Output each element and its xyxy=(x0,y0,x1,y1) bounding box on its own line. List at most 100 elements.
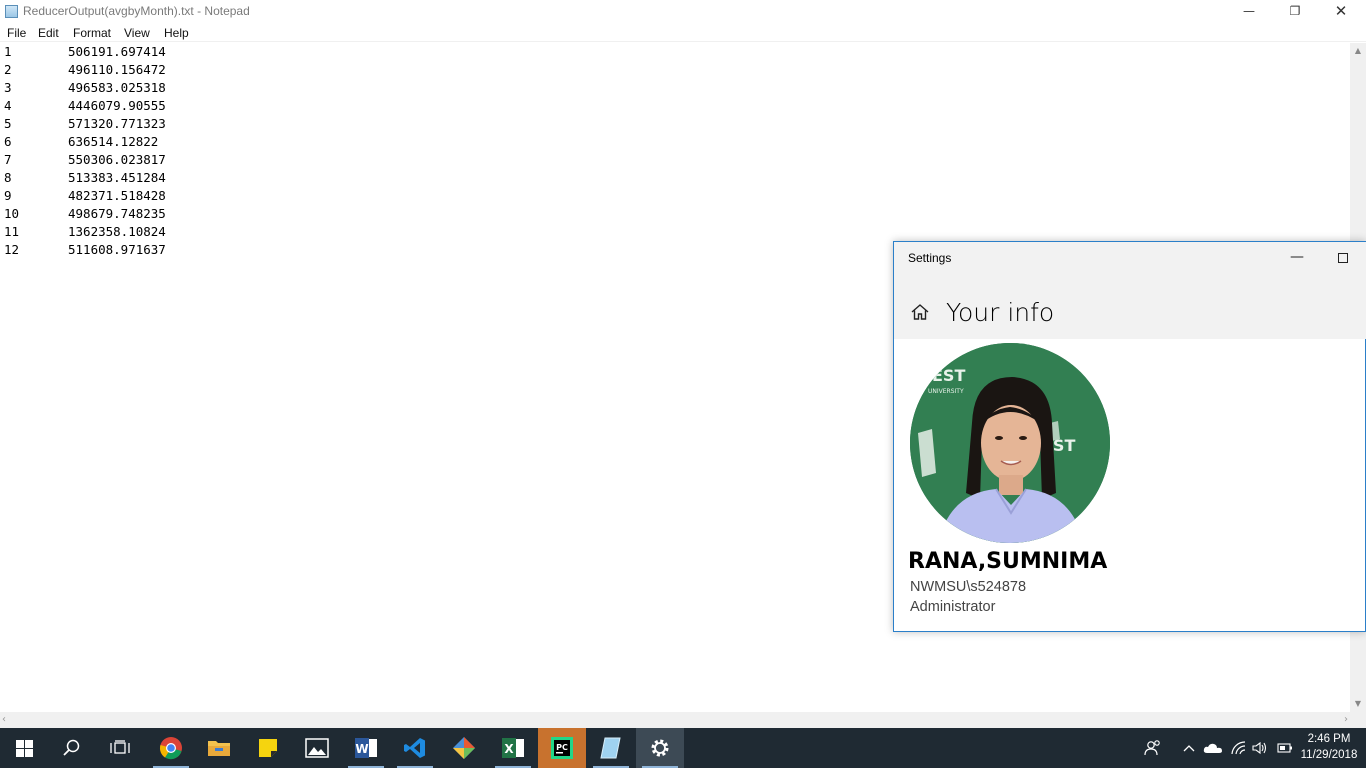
close-button[interactable]: ✕ xyxy=(1318,0,1364,24)
line-key: 9 xyxy=(4,188,12,203)
taskbar: W X PC 2:46 PM 11/29/2018 xyxy=(0,728,1366,768)
settings-titlebar[interactable]: Settings — xyxy=(894,242,1366,275)
onedrive-icon xyxy=(1203,743,1222,753)
battery-button[interactable] xyxy=(1274,728,1296,768)
people-button[interactable] xyxy=(1142,728,1164,768)
show-hidden-icons-button[interactable] xyxy=(1180,728,1198,768)
search-icon xyxy=(63,739,80,756)
line-value: 550306.023817 xyxy=(68,152,166,167)
pycharm-icon: PC xyxy=(551,737,573,759)
line-value: 496110.156472 xyxy=(68,62,166,77)
taskbar-file-explorer[interactable] xyxy=(195,728,243,768)
svg-text:EST: EST xyxy=(932,366,965,385)
taskbar-git[interactable] xyxy=(440,728,488,768)
scroll-up-icon[interactable]: ▲ xyxy=(1350,43,1366,59)
search-button[interactable] xyxy=(48,728,96,768)
people-icon xyxy=(1144,740,1160,756)
restore-button[interactable]: ❐ xyxy=(1272,0,1318,24)
line-key: 8 xyxy=(4,170,12,185)
wifi-icon xyxy=(1231,741,1246,755)
home-icon[interactable] xyxy=(910,302,930,322)
line-value: 4446079.90555 xyxy=(68,98,166,113)
network-button[interactable] xyxy=(1228,728,1248,768)
menu-help[interactable]: Help xyxy=(164,26,189,40)
line-value: 482371.518428 xyxy=(68,188,166,203)
line-key: 11 xyxy=(4,224,20,239)
menu-format[interactable]: Format xyxy=(73,26,111,40)
taskbar-notepad[interactable] xyxy=(587,728,635,768)
line-key: 7 xyxy=(4,152,12,167)
vscode-icon xyxy=(404,738,425,758)
taskbar-excel[interactable]: X xyxy=(489,728,537,768)
window-title: ReducerOutput(avgbyMonth).txt - Notepad xyxy=(23,4,250,18)
taskbar-pycharm[interactable]: PC xyxy=(538,728,586,768)
line-value: 506191.697414 xyxy=(68,44,166,59)
line-key: 4 xyxy=(4,98,12,113)
line-value: 1362358.10824 xyxy=(68,224,166,239)
svg-text:PC: PC xyxy=(556,743,568,752)
account-id: NWMSU\s524878 xyxy=(910,579,1027,595)
line-key: 10 xyxy=(4,206,20,221)
excel-icon: X xyxy=(502,738,524,758)
account-role: Administrator xyxy=(910,599,996,615)
volume-button[interactable] xyxy=(1250,728,1270,768)
clock-date: 11/29/2018 xyxy=(1300,749,1358,761)
menu-view[interactable]: View xyxy=(124,26,150,40)
sticky-notes-icon xyxy=(259,739,277,757)
line-value: 496583.025318 xyxy=(68,80,166,95)
chrome-icon xyxy=(159,737,182,760)
chevron-up-icon xyxy=(1183,745,1195,752)
scroll-right-icon[interactable]: › xyxy=(1334,712,1348,728)
start-icon xyxy=(15,739,33,757)
svg-text:UNIVERSITY: UNIVERSITY xyxy=(928,388,964,395)
menu-file[interactable]: File xyxy=(7,26,26,40)
size-grip[interactable] xyxy=(1350,712,1366,728)
onedrive-button[interactable] xyxy=(1202,728,1224,768)
avatar[interactable]: EST UNIVERSITY EST xyxy=(910,343,1110,543)
taskbar-vscode[interactable] xyxy=(391,728,439,768)
maximize-icon xyxy=(1338,253,1348,263)
task-view-icon xyxy=(110,740,130,754)
minimize-button[interactable]: — xyxy=(1226,0,1272,24)
notepad-app-icon xyxy=(5,5,18,18)
scroll-down-icon[interactable]: ▼ xyxy=(1350,696,1366,712)
git-icon xyxy=(453,737,475,759)
settings-icon xyxy=(651,739,669,757)
horizontal-scrollbar[interactable]: ‹ › xyxy=(0,712,1350,728)
page-title: Your info xyxy=(946,298,1055,327)
svg-text:W: W xyxy=(355,742,368,756)
file-explorer-icon xyxy=(208,741,230,756)
svg-text:X: X xyxy=(504,742,514,756)
clock[interactable]: 2:46 PM 11/29/2018 xyxy=(1296,731,1362,763)
profile-photo: EST UNIVERSITY EST xyxy=(910,343,1110,543)
settings-maximize-button[interactable] xyxy=(1320,242,1366,275)
line-value: 498679.748235 xyxy=(68,206,166,221)
start-button[interactable] xyxy=(0,728,48,768)
taskbar-settings[interactable] xyxy=(636,728,684,768)
word-icon: W xyxy=(355,738,377,758)
line-key: 2 xyxy=(4,62,12,77)
line-value: 571320.771323 xyxy=(68,116,166,131)
taskbar-photos[interactable] xyxy=(293,728,341,768)
user-name: RANA,SUMNIMA xyxy=(908,549,1108,574)
menu-edit[interactable]: Edit xyxy=(38,26,59,40)
notepad-titlebar[interactable]: ReducerOutput(avgbyMonth).txt - Notepad … xyxy=(0,0,1366,24)
settings-title: Settings xyxy=(908,251,952,265)
battery-icon xyxy=(1277,743,1292,753)
clock-time: 2:46 PM xyxy=(1307,733,1351,745)
scroll-left-icon[interactable]: ‹ xyxy=(2,712,16,728)
menu-bar: File Edit Format View Help xyxy=(0,24,1366,42)
taskbar-chrome[interactable] xyxy=(147,728,195,768)
taskbar-sticky-notes[interactable] xyxy=(244,728,292,768)
line-key: 5 xyxy=(4,116,12,131)
line-key: 1 xyxy=(4,44,12,59)
line-key: 3 xyxy=(4,80,12,95)
settings-minimize-button[interactable]: — xyxy=(1274,242,1320,275)
task-view-button[interactable] xyxy=(96,728,144,768)
taskbar-word[interactable]: W xyxy=(342,728,390,768)
line-key: 12 xyxy=(4,242,20,257)
notepad-icon xyxy=(600,737,621,759)
line-key: 6 xyxy=(4,134,12,149)
photos-icon xyxy=(305,738,329,758)
line-value: 636514.12822 xyxy=(68,134,159,149)
